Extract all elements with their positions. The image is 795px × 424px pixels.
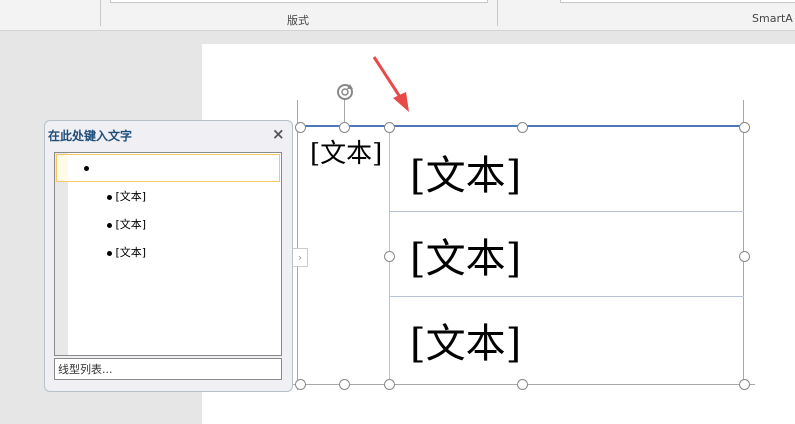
row-text: [文本] — [410, 153, 522, 199]
resize-handle[interactable] — [739, 379, 750, 390]
resize-handle[interactable] — [517, 379, 528, 390]
bullet-icon — [107, 195, 112, 200]
list-item-active[interactable] — [56, 154, 280, 182]
row-text: [文本] — [410, 236, 522, 282]
group-label-smartart: SmartA — [752, 12, 793, 25]
row-text: [文本] — [410, 321, 522, 367]
layout-gallery[interactable] — [110, 0, 488, 3]
resize-handle[interactable] — [739, 251, 750, 262]
text-box-3[interactable]: [文本] — [390, 297, 744, 384]
list-item-text: [文本] — [115, 246, 147, 259]
text-box-2[interactable]: [文本] — [390, 212, 744, 297]
resize-handle[interactable] — [384, 251, 395, 262]
rotate-handle-icon[interactable] — [334, 81, 356, 103]
bullet-icon — [84, 166, 89, 171]
resize-handle[interactable] — [384, 122, 395, 133]
layout-name-link[interactable]: 线型列表... — [54, 358, 282, 380]
list-item[interactable]: [文本] — [107, 216, 146, 232]
list-item-text: [文本] — [115, 218, 147, 231]
text-box-1[interactable]: [文本] — [390, 127, 744, 212]
ribbon: 版式 SmartA — [0, 0, 795, 31]
frame-line — [297, 100, 298, 390]
close-icon[interactable]: × — [272, 125, 285, 143]
resize-handle[interactable] — [295, 379, 306, 390]
resize-handle[interactable] — [384, 379, 395, 390]
list-item-text: [文本] — [115, 190, 147, 203]
resize-handle[interactable] — [295, 122, 306, 133]
expand-text-pane-button[interactable]: › — [292, 248, 308, 267]
text-pane-title: 在此处键入文字 — [48, 129, 133, 143]
red-arrow-icon — [372, 56, 409, 112]
group-label-layout: 版式 — [287, 14, 309, 27]
style-gallery[interactable] — [560, 0, 795, 3]
text-pane-list[interactable]: [文本] [文本] [文本] — [54, 152, 282, 356]
bullet-icon — [107, 223, 112, 228]
text-pane: 在此处键入文字 × [文本] [文本] [文本] 线型列表... — [44, 120, 293, 392]
left-label[interactable]: [文本] — [310, 133, 382, 170]
resize-handle[interactable] — [517, 122, 528, 133]
ribbon-divider — [497, 0, 498, 26]
resize-handle[interactable] — [339, 122, 350, 133]
list-item[interactable]: [文本] — [107, 244, 146, 260]
resize-handle[interactable] — [739, 122, 750, 133]
ribbon-divider — [100, 0, 101, 26]
list-item[interactable]: [文本] — [107, 188, 146, 204]
bullet-icon — [107, 251, 112, 256]
resize-handle[interactable] — [339, 379, 350, 390]
